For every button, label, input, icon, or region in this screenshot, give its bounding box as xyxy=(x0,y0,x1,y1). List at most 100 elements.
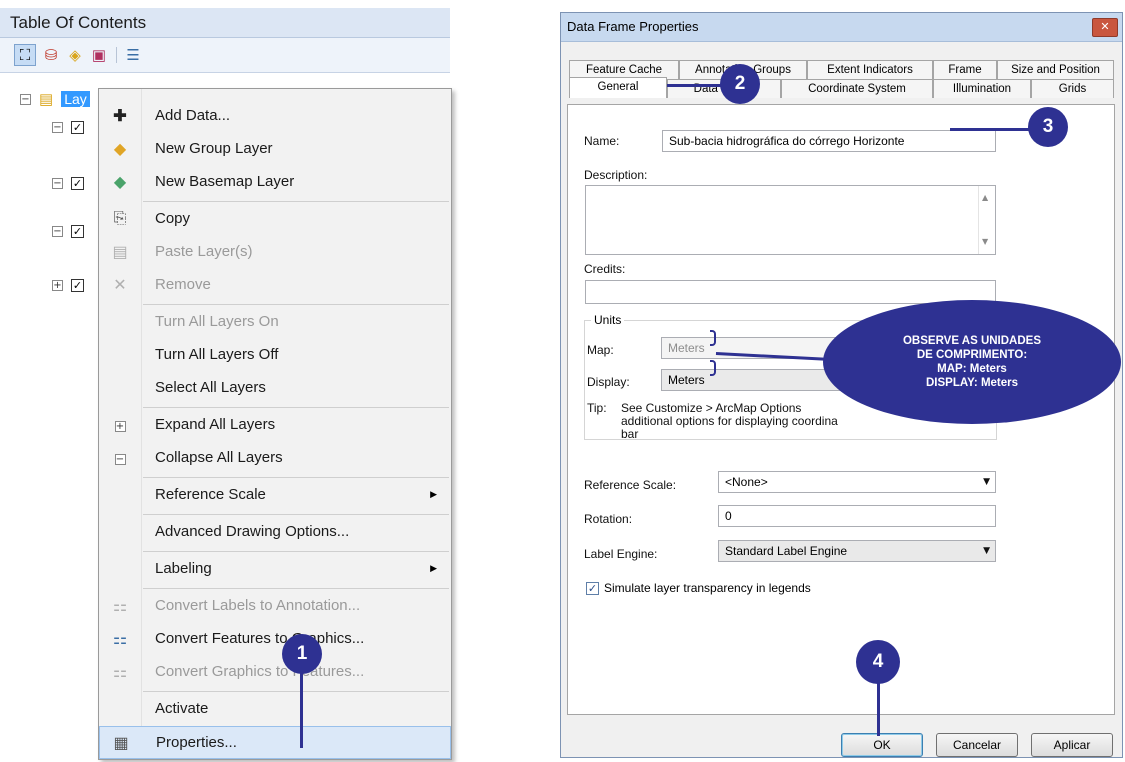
units-note-ellipse: OBSERVE AS UNIDADES DE COMPRIMENTO: MAP:… xyxy=(823,300,1121,424)
scroll-up-icon[interactable]: ▲ xyxy=(982,188,988,208)
callout-2-badge: 2 xyxy=(720,64,760,104)
list-by-source-icon[interactable]: ⛁ xyxy=(40,44,62,66)
basemap-layer-icon: ◆ xyxy=(113,173,127,191)
tree-row-layer-3[interactable]: − ✓ xyxy=(52,222,84,240)
collapse-icon[interactable]: − xyxy=(52,121,63,133)
properties-icon: ▦ xyxy=(113,734,129,752)
tree-row-root[interactable]: − ▤ Lay xyxy=(20,90,90,108)
expand-icon: + xyxy=(114,420,126,432)
menu-item-convert-features-to-graphics[interactable]: ⚏ Convert Features to Graphics... xyxy=(99,622,451,655)
simulate-transparency-label: Simulate layer transparency in legends xyxy=(604,581,811,595)
map-units-bracket xyxy=(710,330,716,346)
collapse-icon[interactable]: − xyxy=(52,177,63,189)
menu-item-paste-layers: ▤ Paste Layer(s) xyxy=(99,235,451,268)
tab-frame[interactable]: Frame xyxy=(933,60,997,79)
ok-button[interactable]: OK xyxy=(841,733,923,757)
menu-item-remove: ✕ Remove xyxy=(99,268,451,301)
convert-features-icon: ⚏ xyxy=(112,630,128,648)
tip-label: Tip: xyxy=(587,401,607,415)
layer-visibility-checkbox[interactable]: ✓ xyxy=(71,176,84,190)
note-line-4: DISPLAY: Meters xyxy=(925,377,1019,389)
credits-input[interactable] xyxy=(585,280,996,304)
menu-item-turn-all-layers-off[interactable]: Turn All Layers Off xyxy=(99,338,451,371)
tip-text-line-2: additional options for displaying coordi… xyxy=(621,414,838,428)
menu-item-add-data[interactable]: ✚ Add Data... xyxy=(99,99,451,132)
tab-general[interactable]: General xyxy=(569,77,667,98)
label-engine-select[interactable]: Standard Label Engine ▼ xyxy=(718,540,996,562)
description-textarea[interactable]: ▲ ▼ xyxy=(585,185,996,255)
tree-row-layer-2[interactable]: − ✓ xyxy=(52,174,84,192)
list-by-visibility-icon[interactable]: ◈ xyxy=(64,44,86,66)
scroll-down-icon[interactable]: ▼ xyxy=(982,232,988,252)
apply-button[interactable]: Aplicar xyxy=(1031,733,1113,757)
add-data-icon: ✚ xyxy=(113,107,127,125)
collapse-icon[interactable]: − xyxy=(20,93,31,105)
display-units-label: Display: xyxy=(587,375,630,389)
convert-labels-icon: ⚏ xyxy=(112,597,128,615)
tree-row-layer-1[interactable]: − ✓ xyxy=(52,118,84,136)
remove-icon: ✕ xyxy=(113,276,127,294)
label-engine-label: Label Engine: xyxy=(584,547,658,561)
units-title: Units xyxy=(591,313,625,327)
list-by-selection-icon[interactable]: ▣ xyxy=(88,44,110,66)
menu-item-labeling[interactable]: Labeling ▶ xyxy=(99,552,451,585)
menu-item-select-all-layers[interactable]: Select All Layers xyxy=(99,371,451,404)
menu-item-expand-all-layers[interactable]: + Expand All Layers xyxy=(99,408,451,441)
callout-1-badge: 1 xyxy=(282,634,322,674)
tab-extent-indicators[interactable]: Extent Indicators xyxy=(807,60,933,79)
reference-scale-select[interactable]: <None> ▼ xyxy=(718,471,996,493)
credits-label: Credits: xyxy=(584,262,626,276)
name-input[interactable]: Sub-bacia hidrográfica do córrego Horizo… xyxy=(662,130,996,152)
display-units-bracket xyxy=(710,360,716,376)
tip-text-line-1: See Customize > ArcMap Options xyxy=(621,401,802,415)
root-layer-label[interactable]: Lay xyxy=(61,91,90,107)
name-label: Name: xyxy=(584,134,620,148)
callout-3-badge: 3 xyxy=(1028,107,1068,147)
layer-visibility-checkbox[interactable]: ✓ xyxy=(71,120,84,134)
menu-item-properties[interactable]: ▦ Properties... xyxy=(99,726,451,759)
submenu-arrow-icon: ▶ xyxy=(430,489,437,499)
callout-4-badge: 4 xyxy=(856,640,900,684)
options-icon[interactable]: ☰ xyxy=(122,44,144,66)
paste-icon: ▤ xyxy=(112,243,128,261)
tab-coordinate-system[interactable]: Coordinate System xyxy=(781,79,933,98)
menu-item-reference-scale[interactable]: Reference Scale ▶ xyxy=(99,478,451,511)
close-icon[interactable]: ✕ xyxy=(1092,18,1118,37)
map-units-label: Map: xyxy=(587,343,614,357)
description-label: Description: xyxy=(584,168,648,182)
description-scrollbar[interactable]: ▲ ▼ xyxy=(978,186,995,254)
rotation-label: Rotation: xyxy=(584,512,633,526)
context-menu: ✚ Add Data... ◆ New Group Layer ◆ New Ba… xyxy=(98,88,452,760)
toc-title: Table Of Contents xyxy=(0,8,450,38)
tab-grids[interactable]: Grids xyxy=(1031,79,1114,98)
note-line-2: DE COMPRIMENTO: xyxy=(916,349,1028,361)
chevron-down-icon[interactable]: ▼ xyxy=(983,541,990,561)
menu-item-advanced-drawing-options[interactable]: Advanced Drawing Options... xyxy=(99,515,451,548)
rotation-input[interactable]: 0 xyxy=(718,505,996,527)
table-of-contents-panel: Table Of Contents ⛶ ⛁ ◈ ▣ ☰ − ▤ Lay − ✓ … xyxy=(0,0,470,762)
simulate-transparency-row[interactable]: ✓ Simulate layer transparency in legends xyxy=(586,581,811,595)
cancel-button[interactable]: Cancelar xyxy=(936,733,1018,757)
layer-visibility-checkbox[interactable]: ✓ xyxy=(71,224,84,238)
collapse-icon[interactable]: − xyxy=(52,225,63,237)
menu-item-new-basemap-layer[interactable]: ◆ New Basemap Layer xyxy=(99,165,451,198)
layer-visibility-checkbox[interactable]: ✓ xyxy=(71,278,84,292)
tab-size-and-position[interactable]: Size and Position xyxy=(997,60,1114,79)
simulate-transparency-checkbox[interactable]: ✓ xyxy=(586,581,599,595)
menu-item-activate[interactable]: Activate xyxy=(99,692,451,725)
menu-item-collapse-all-layers[interactable]: − Collapse All Layers xyxy=(99,441,451,474)
expand-icon[interactable]: + xyxy=(52,279,63,291)
tree-row-layer-4[interactable]: + ✓ xyxy=(52,276,84,294)
toolbar-divider xyxy=(116,47,117,63)
convert-graphics-icon: ⚏ xyxy=(112,663,128,681)
menu-item-new-group-layer[interactable]: ◆ New Group Layer xyxy=(99,132,451,165)
chevron-down-icon[interactable]: ▼ xyxy=(983,472,990,492)
callout-3-line xyxy=(950,128,1038,131)
note-line-1: OBSERVE AS UNIDADES xyxy=(902,335,1042,347)
list-by-drawing-order-icon[interactable]: ⛶ xyxy=(14,44,36,66)
tab-illumination[interactable]: Illumination xyxy=(933,79,1031,98)
menu-item-copy[interactable]: ⎘ Copy xyxy=(99,202,451,235)
tip-text-line-3: bar xyxy=(621,427,639,441)
toc-toolbar: ⛶ ⛁ ◈ ▣ ☰ xyxy=(0,38,450,73)
group-layer-icon: ◆ xyxy=(113,140,127,158)
